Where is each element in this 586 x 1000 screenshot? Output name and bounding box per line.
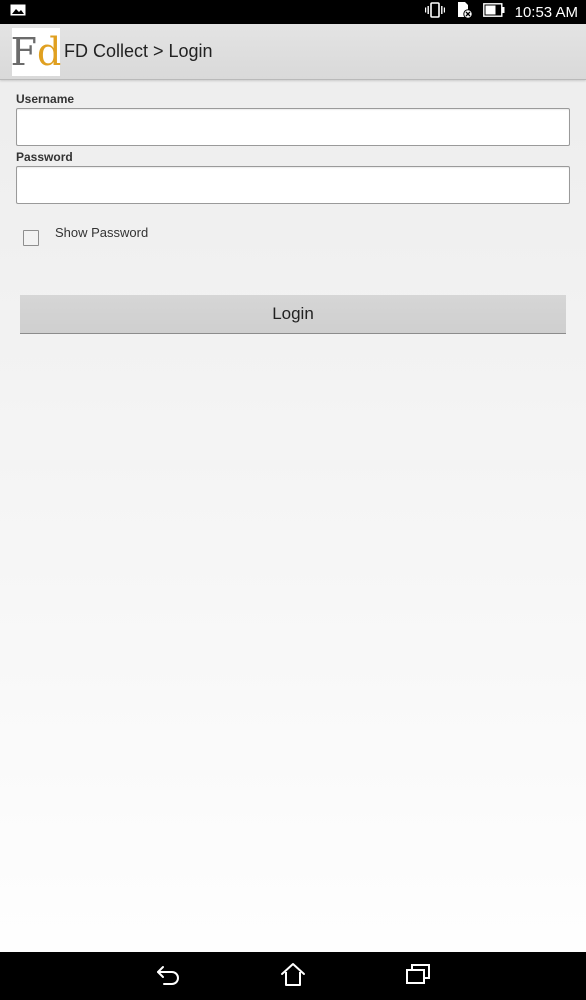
status-right: 10:53 AM xyxy=(424,1,578,24)
app-logo: Fd xyxy=(10,27,62,76)
status-time: 10:53 AM xyxy=(514,3,578,21)
page-title: FD Collect > Login xyxy=(64,41,213,61)
battery-icon xyxy=(482,2,505,22)
sd-card-icon xyxy=(455,1,473,24)
back-icon xyxy=(154,962,182,991)
username-label: Username xyxy=(16,92,75,106)
show-password-checkbox[interactable] xyxy=(23,230,39,246)
action-bar: Fd FD Collect > Login xyxy=(0,24,586,80)
logo-letter-f: F xyxy=(10,29,38,74)
logo-letter-d: d xyxy=(37,29,62,74)
home-icon xyxy=(279,961,307,992)
status-left xyxy=(10,3,26,21)
back-button[interactable] xyxy=(153,962,183,990)
password-input[interactable] xyxy=(16,166,570,204)
image-notification-icon xyxy=(10,3,26,21)
username-input[interactable] xyxy=(16,108,570,146)
password-label: Password xyxy=(16,150,73,164)
status-bar: 10:53 AM xyxy=(0,0,586,24)
vibrate-icon xyxy=(424,1,445,23)
recent-apps-icon xyxy=(404,962,432,991)
show-password-label[interactable]: Show Password xyxy=(55,225,148,240)
home-button[interactable] xyxy=(278,962,308,990)
navigation-bar xyxy=(0,952,586,1000)
recent-apps-button[interactable] xyxy=(403,962,433,990)
login-button[interactable]: Login xyxy=(20,295,566,334)
